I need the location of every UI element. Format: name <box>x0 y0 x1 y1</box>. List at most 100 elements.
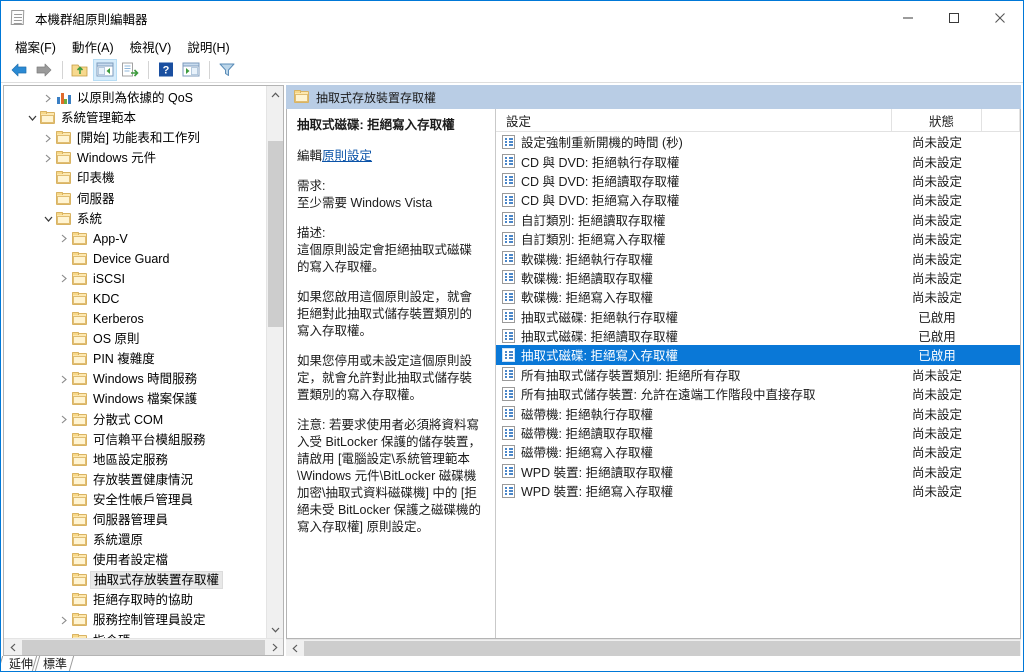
requirement-label: 需求: <box>297 179 326 193</box>
table-row[interactable]: 軟碟機: 拒絕寫入存取權 尚未設定 <box>496 287 1020 306</box>
tree-vertical-scrollbar[interactable] <box>266 86 283 638</box>
tree-item[interactable]: Windows 元件 <box>4 148 266 168</box>
main-body: 以原則為依據的 QoS 系統管理範本 [開始] 功能表和工作列 Windows 元件印… <box>1 83 1023 656</box>
tree-item[interactable]: 伺服器 <box>4 188 266 208</box>
tree-item[interactable]: App-V <box>4 229 266 249</box>
tree-scroll-left-icon[interactable] <box>4 639 21 655</box>
table-row[interactable]: 設定強制重新開機的時間 (秒) 尚未設定 <box>496 132 1020 151</box>
list-hscroll-track[interactable] <box>303 640 1021 656</box>
chevron-right-icon[interactable] <box>56 231 72 247</box>
table-row[interactable]: 自訂類別: 拒絕寫入存取權 尚未設定 <box>496 229 1020 248</box>
tree-item[interactable]: [開始] 功能表和工作列 <box>4 128 266 148</box>
tree-scroll-thumb[interactable] <box>268 141 283 327</box>
table-row[interactable]: 軟碟機: 拒絕執行存取權 尚未設定 <box>496 248 1020 267</box>
tree-item[interactable]: 可信賴平台模組服務 <box>4 430 266 450</box>
setting-state-cell: 已啟用 <box>918 310 956 325</box>
tree-item[interactable]: 指令碼 <box>4 631 266 638</box>
export-list-icon[interactable] <box>118 59 142 81</box>
tree-item[interactable]: Windows 時間服務 <box>4 369 266 389</box>
tree-horizontal-scrollbar[interactable] <box>4 638 283 655</box>
title-bar: 本機群組原則編輯器 <box>1 1 1023 35</box>
list-horizontal-scrollbar[interactable] <box>286 639 1021 656</box>
menu-file[interactable]: 檔案(F) <box>7 35 64 58</box>
up-one-level-icon[interactable] <box>68 59 92 81</box>
chevron-down-icon[interactable] <box>24 110 40 126</box>
table-row[interactable]: 所有抽取式儲存裝置: 允許在遠端工作階段中直接存取 尚未設定 <box>496 384 1020 403</box>
tree-item[interactable]: 使用者設定檔 <box>4 550 266 570</box>
tree-hscroll-track[interactable] <box>21 639 266 655</box>
table-row[interactable]: 抽取式磁碟: 拒絕讀取存取權 已啟用 <box>496 326 1020 345</box>
forward-icon[interactable] <box>32 59 56 81</box>
table-row[interactable]: 抽取式磁碟: 拒絕執行存取權 已啟用 <box>496 307 1020 326</box>
tree-item[interactable]: PIN 複雜度 <box>4 349 266 369</box>
table-row[interactable]: WPD 裝置: 拒絕讀取存取權 尚未設定 <box>496 462 1020 481</box>
table-row[interactable]: CD 與 DVD: 拒絕寫入存取權 尚未設定 <box>496 190 1020 209</box>
tree-item[interactable]: 以原則為依據的 QoS <box>4 88 266 108</box>
minimize-button[interactable] <box>885 1 931 35</box>
chevron-right-icon[interactable] <box>40 90 56 106</box>
tree-item[interactable]: 系統還原 <box>4 530 266 550</box>
menu-view[interactable]: 檢視(V) <box>122 35 180 58</box>
table-row[interactable]: CD 與 DVD: 拒絕執行存取權 尚未設定 <box>496 151 1020 170</box>
chevron-right-icon[interactable] <box>56 371 72 387</box>
tree-item[interactable]: KDC <box>4 289 266 309</box>
document-icon <box>10 10 27 26</box>
list-scroll-left-icon[interactable] <box>286 640 303 656</box>
menu-action[interactable]: 動作(A) <box>64 35 122 58</box>
tree-item[interactable]: Windows 檔案保護 <box>4 389 266 409</box>
table-row[interactable]: WPD 裝置: 拒絕寫入存取權 尚未設定 <box>496 481 1020 500</box>
filter-icon[interactable] <box>215 59 239 81</box>
policy-setting-icon <box>502 309 515 324</box>
table-row[interactable]: CD 與 DVD: 拒絕讀取存取權 尚未設定 <box>496 171 1020 190</box>
tree-item[interactable]: 伺服器管理員 <box>4 510 266 530</box>
tree-item[interactable]: Device Guard <box>4 249 266 269</box>
tree-item[interactable]: 拒絕存取時的協助 <box>4 590 266 610</box>
back-icon[interactable] <box>7 59 31 81</box>
table-row[interactable]: 自訂類別: 拒絕讀取存取權 尚未設定 <box>496 210 1020 229</box>
table-row[interactable]: 軟碟機: 拒絕讀取存取權 尚未設定 <box>496 268 1020 287</box>
chevron-right-icon[interactable] <box>56 271 72 287</box>
tree-hscroll-thumb[interactable] <box>22 640 265 655</box>
folder-icon <box>40 111 56 125</box>
chevron-right-icon[interactable] <box>40 130 56 146</box>
table-row[interactable]: 磁帶機: 拒絕執行存取權 尚未設定 <box>496 403 1020 422</box>
edit-policy-link[interactable]: 原則設定 <box>322 149 372 163</box>
tree-item[interactable]: 抽取式存放裝置存取權 <box>4 570 266 590</box>
chevron-down-icon[interactable] <box>40 211 56 227</box>
table-row[interactable]: 磁帶機: 拒絕讀取存取權 尚未設定 <box>496 423 1020 442</box>
table-row[interactable]: 所有抽取式儲存裝置類別: 拒絕所有存取 尚未設定 <box>496 365 1020 384</box>
chevron-right-icon[interactable] <box>40 150 56 166</box>
help-icon[interactable]: ? <box>154 59 178 81</box>
view-tab-standard[interactable]: 標準 <box>37 656 71 671</box>
tree-item[interactable]: Kerberos <box>4 309 266 329</box>
tree-item[interactable]: OS 原則 <box>4 329 266 349</box>
tree-scroll-down-icon[interactable] <box>267 621 283 638</box>
tree-scroll-track[interactable] <box>267 103 283 621</box>
show-hide-action-pane-icon[interactable] <box>179 59 203 81</box>
column-header-state[interactable]: 狀態 <box>892 108 982 132</box>
tree-item[interactable]: 服務控制管理員設定 <box>4 610 266 630</box>
tree-item[interactable]: 地區設定服務 <box>4 450 266 470</box>
show-hide-console-tree-icon[interactable] <box>93 58 117 81</box>
tree-scroll-right-icon[interactable] <box>266 639 283 655</box>
maximize-button[interactable] <box>931 1 977 35</box>
tree-scroll-up-icon[interactable] <box>267 86 283 103</box>
table-row[interactable]: 磁帶機: 拒絕寫入存取權 尚未設定 <box>496 442 1020 461</box>
table-row[interactable]: 抽取式磁碟: 拒絕寫入存取權 已啟用 <box>496 345 1020 365</box>
column-header-setting[interactable]: 設定 <box>496 108 892 132</box>
tree-item[interactable]: 印表機 <box>4 168 266 188</box>
pane-tab-removable-storage-access[interactable]: 抽取式存放裝置存取權 <box>286 85 451 109</box>
column-header-comment[interactable] <box>982 108 1020 132</box>
list-hscroll-thumb[interactable] <box>304 641 1020 656</box>
tree-item[interactable]: 安全性帳戶管理員 <box>4 490 266 510</box>
tree-item[interactable]: 系統 <box>4 209 266 229</box>
tree-item[interactable]: iSCSI <box>4 269 266 289</box>
tree-item[interactable]: 分散式 COM <box>4 410 266 430</box>
setting-name-label: 軟碟機: 拒絕執行存取權 <box>521 252 653 267</box>
chevron-right-icon[interactable] <box>56 612 72 628</box>
tree-item[interactable]: 存放裝置健康情況 <box>4 470 266 490</box>
close-button[interactable] <box>977 1 1023 35</box>
menu-help[interactable]: 說明(H) <box>179 35 237 58</box>
chevron-right-icon[interactable] <box>56 412 72 428</box>
tree-item[interactable]: 系統管理範本 <box>4 108 266 128</box>
